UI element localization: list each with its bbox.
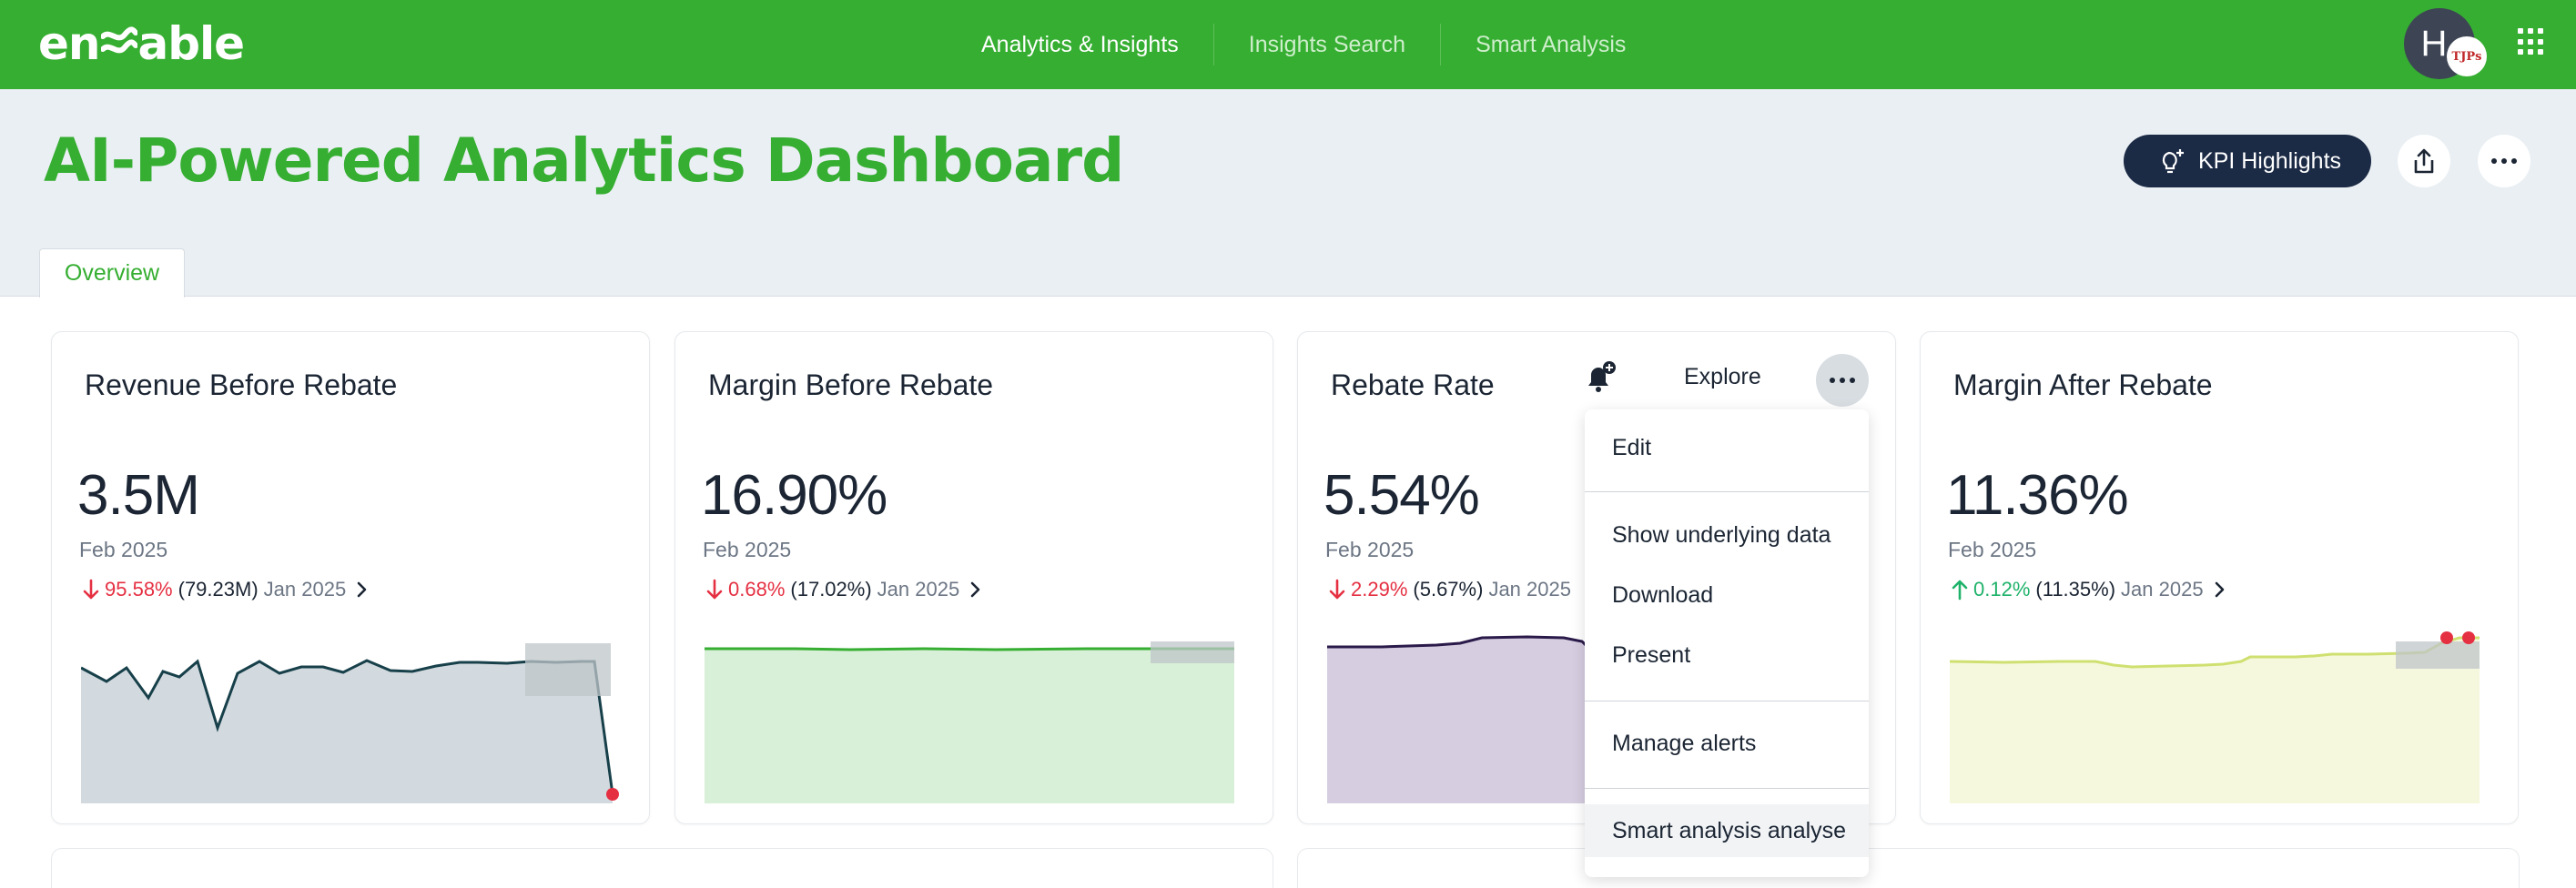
- menu-divider: [1585, 491, 1869, 492]
- previous-period: Jan 2025: [877, 578, 960, 600]
- sparkline-chart: [81, 643, 619, 803]
- kpi-card-margin-after-rebate[interactable]: Margin After Rebate 11.36% Feb 2025 0.12…: [1920, 331, 2519, 824]
- lightbulb-sparkle-icon: [2162, 149, 2184, 174]
- arrow-down-icon: [1329, 579, 1345, 600]
- apps-grid-icon[interactable]: [2518, 28, 2545, 56]
- more-icon: [2491, 158, 2517, 164]
- arrow-up-icon: [1952, 580, 1968, 600]
- arrow-down-icon: [83, 579, 99, 600]
- menu-item-show-underlying-data[interactable]: Show underlying data: [1585, 509, 1869, 561]
- card-change[interactable]: 0.68% (17.02%) Jan 2025: [706, 578, 985, 601]
- previous-value: (11.35%): [2035, 578, 2116, 600]
- sparkline-chart: [1327, 635, 1593, 803]
- chevron-right-icon: [2215, 581, 2224, 598]
- sparkline-chart: [705, 641, 1234, 803]
- kpi-highlights-button[interactable]: KPI Highlights: [2124, 135, 2371, 187]
- menu-item-manage-alerts[interactable]: Manage alerts: [1585, 717, 1869, 770]
- card-change[interactable]: 95.58% (79.23M) Jan 2025: [83, 578, 371, 601]
- sparkline-chart: [1950, 631, 2480, 803]
- menu-item-download[interactable]: Download: [1585, 569, 1869, 621]
- card-period: Feb 2025: [1325, 538, 1415, 561]
- card-value: 16.90%: [701, 464, 887, 527]
- main-nav: Analytics & Insights Insights Search Sma…: [947, 0, 1660, 89]
- card-value: 5.54%: [1323, 464, 1480, 527]
- bottom-card-right: [1297, 848, 2520, 888]
- card-period: Feb 2025: [703, 538, 792, 561]
- change-percent: 0.12%: [1973, 578, 2031, 600]
- menu-item-edit[interactable]: Edit: [1585, 421, 1869, 474]
- previous-period: Jan 2025: [1488, 578, 1571, 600]
- logo-wave-icon: [100, 26, 137, 54]
- card-change[interactable]: 0.12% (11.35%) Jan 2025: [1952, 578, 2229, 601]
- bell-plus-icon[interactable]: [1586, 360, 1617, 395]
- nav-item-smart-analysis[interactable]: Smart Analysis: [1440, 24, 1660, 66]
- menu-divider: [1585, 788, 1869, 789]
- org-badge: TJPs: [2447, 36, 2487, 76]
- page-more-button[interactable]: [2478, 135, 2530, 187]
- chevron-right-icon: [970, 581, 980, 598]
- card-period: Feb 2025: [1948, 538, 2037, 561]
- share-icon: [2414, 148, 2434, 174]
- enable-logo[interactable]: en able: [38, 16, 246, 71]
- kpi-card-revenue-before-rebate[interactable]: Revenue Before Rebate 3.5M Feb 2025 95.5…: [51, 331, 650, 824]
- nav-item-insights-search[interactable]: Insights Search: [1212, 24, 1440, 66]
- card-period: Feb 2025: [79, 538, 168, 561]
- menu-item-smart-analysis-analyse[interactable]: Smart analysis analyse: [1585, 804, 1869, 857]
- card-title: Margin Before Rebate: [708, 368, 994, 401]
- page-title: AI-Powered Analytics Dashboard: [44, 126, 1124, 196]
- previous-period: Jan 2025: [263, 578, 347, 600]
- kpi-highlights-label: KPI Highlights: [2198, 147, 2342, 174]
- card-value: 11.36%: [1946, 464, 2129, 527]
- nav-item-analytics-insights[interactable]: Analytics & Insights: [947, 24, 1213, 66]
- logo-text-left: en: [38, 17, 101, 70]
- card-more-button[interactable]: [1816, 354, 1869, 407]
- share-button[interactable]: [2398, 135, 2450, 187]
- logo-text-right: able: [137, 17, 246, 70]
- card-title: Revenue Before Rebate: [85, 368, 398, 401]
- card-options-menu: Edit Show underlying data Download Prese…: [1585, 409, 1869, 877]
- card-value: 3.5M: [77, 464, 200, 527]
- menu-item-present[interactable]: Present: [1585, 629, 1869, 681]
- previous-value: (17.02%): [790, 578, 872, 600]
- previous-value: (79.23M): [177, 578, 259, 600]
- previous-period: Jan 2025: [2121, 578, 2204, 600]
- change-percent: 0.68%: [728, 578, 786, 600]
- change-percent: 95.58%: [105, 578, 173, 600]
- card-title: Margin After Rebate: [1953, 368, 2213, 401]
- bottom-card-left: [51, 848, 1273, 888]
- change-percent: 2.29%: [1351, 578, 1408, 600]
- kpi-card-margin-before-rebate[interactable]: Margin Before Rebate 16.90% Feb 2025 0.6…: [674, 331, 1273, 824]
- top-nav-bar: en able Analytics & Insights Insights Se…: [0, 0, 2576, 89]
- chevron-right-icon: [357, 581, 367, 598]
- dashboard-header: AI-Powered Analytics Dashboard KPI Highl…: [0, 89, 2576, 298]
- card-change[interactable]: 2.29% (5.67%) Jan 2025: [1329, 578, 1571, 601]
- previous-value: (5.67%): [1413, 578, 1484, 600]
- more-icon: [1830, 378, 1855, 383]
- card-title: Rebate Rate: [1331, 368, 1495, 401]
- explore-link[interactable]: Explore: [1684, 364, 1761, 390]
- tab-overview[interactable]: Overview: [39, 248, 185, 298]
- arrow-down-icon: [706, 579, 723, 600]
